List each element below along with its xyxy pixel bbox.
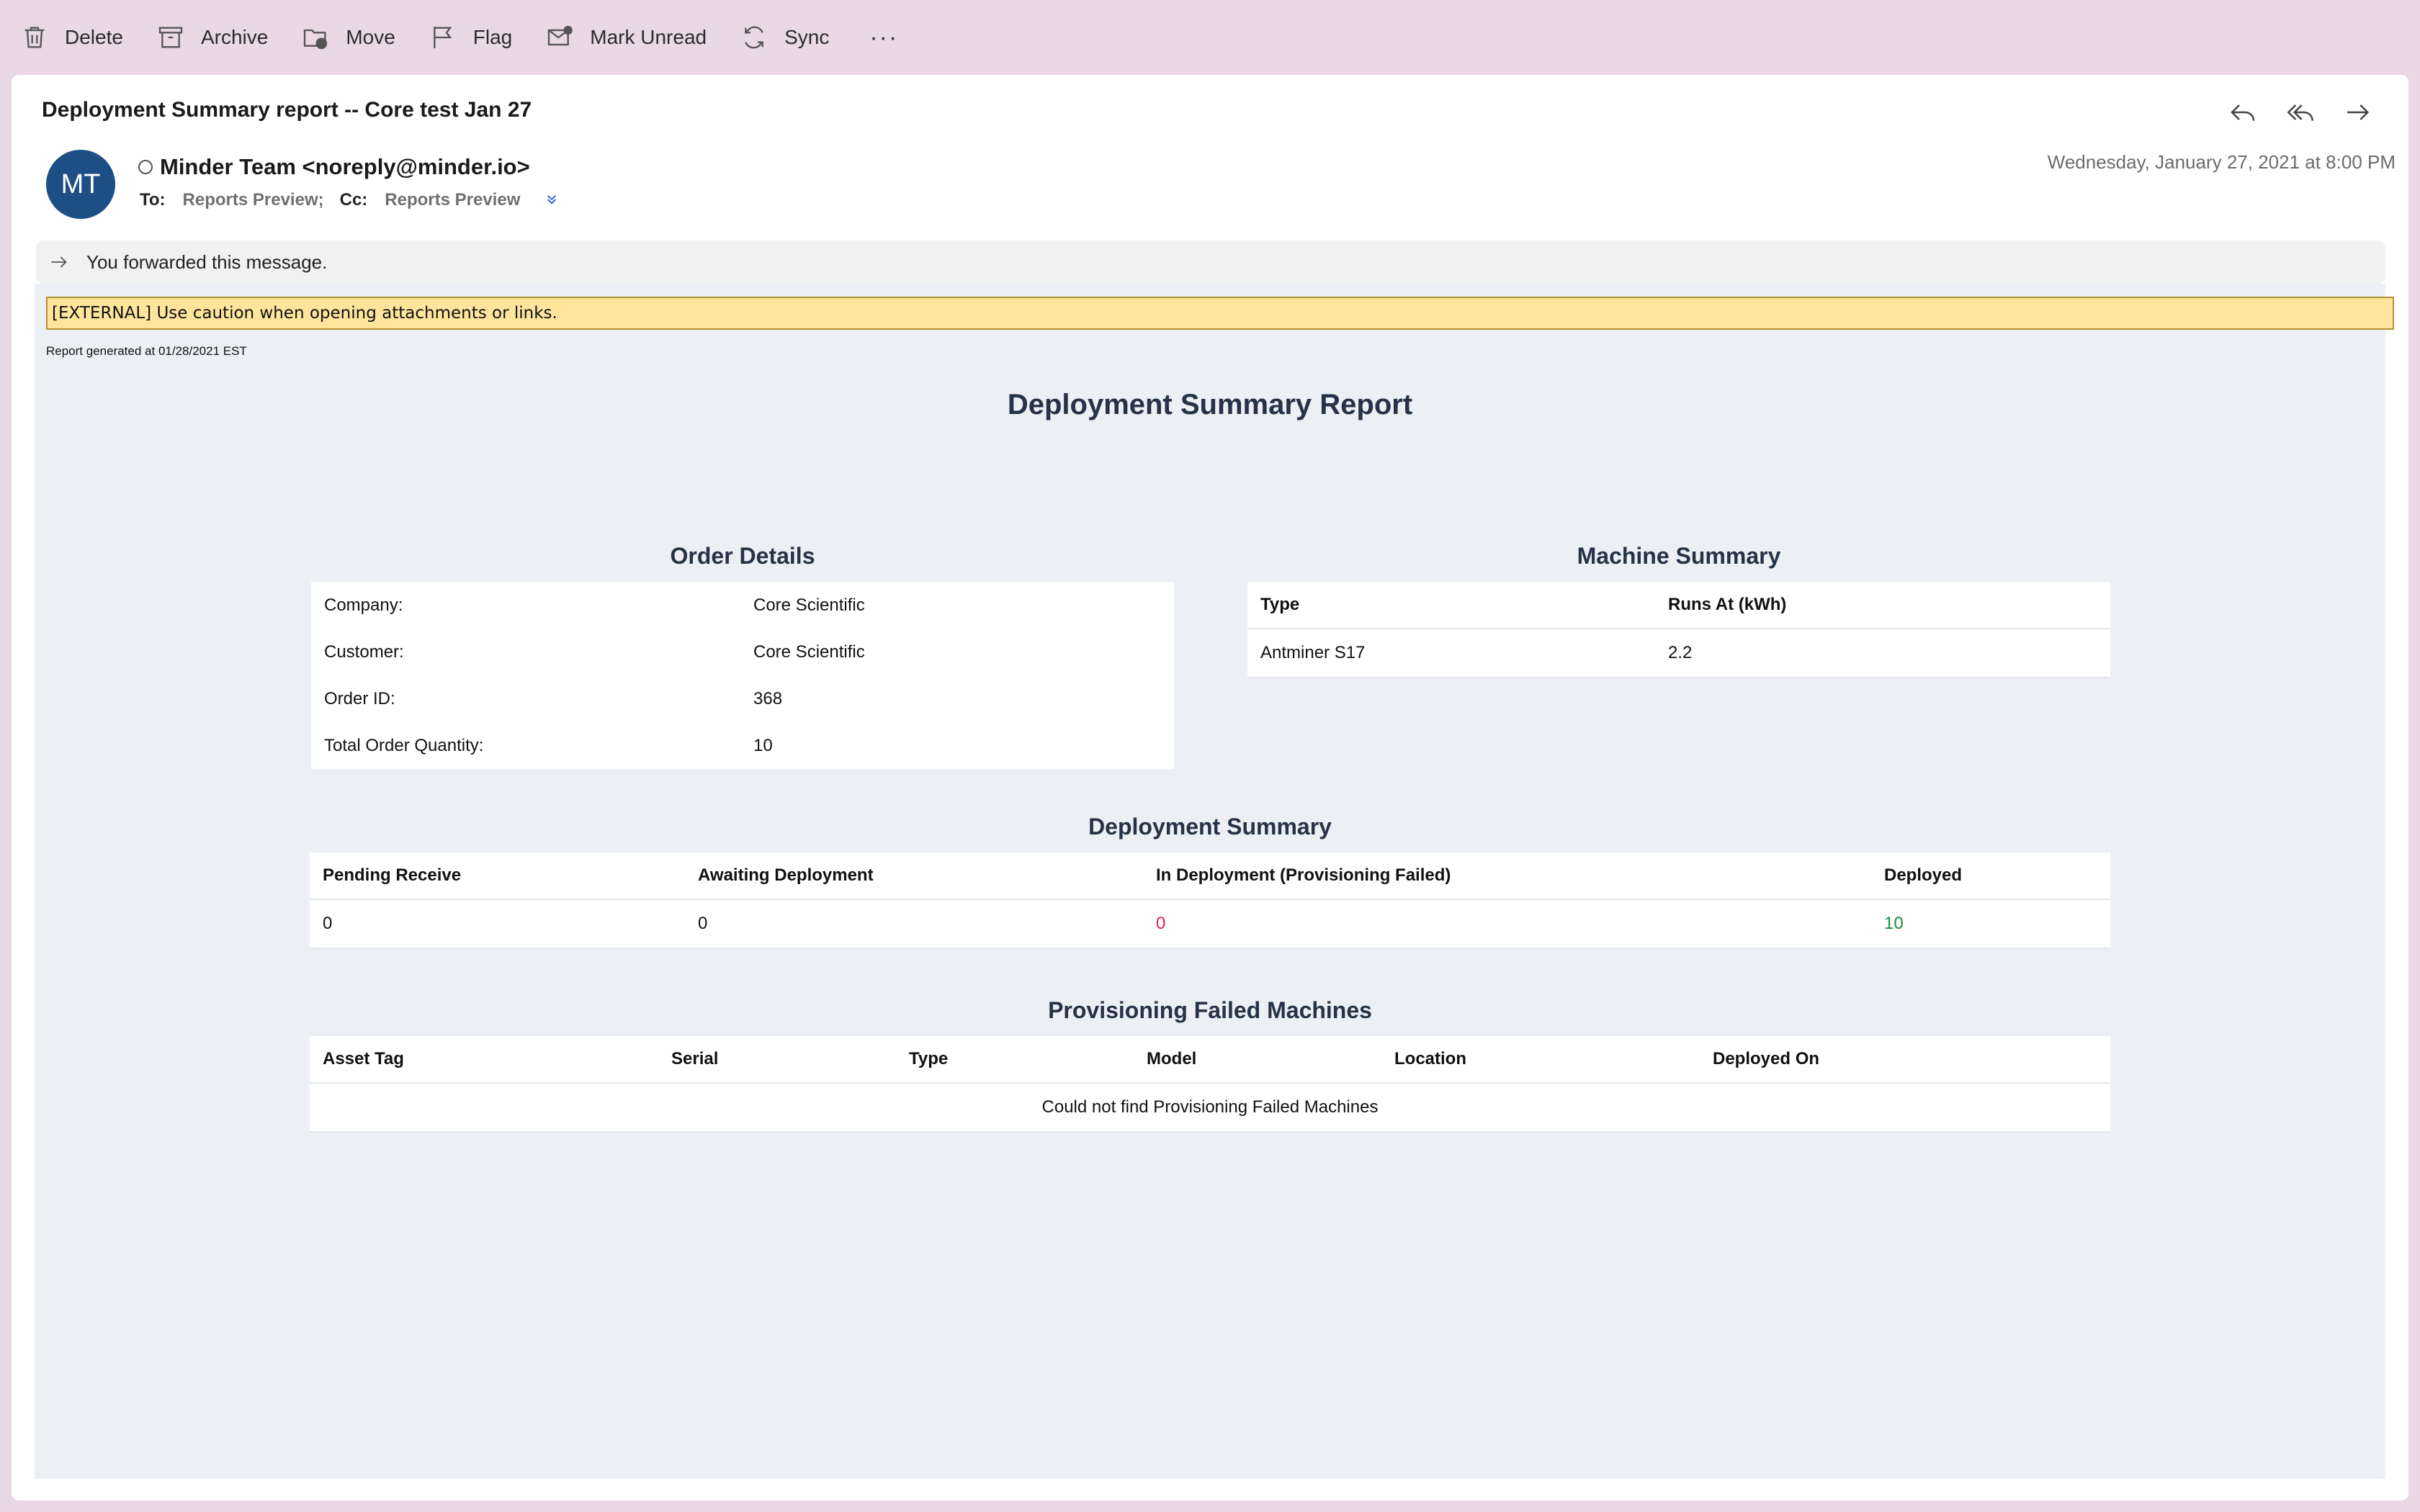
external-warning-banner: [EXTERNAL] Use caution when opening atta… [46,297,2394,330]
archive-button[interactable]: Archive [153,14,282,60]
delete-button[interactable]: Delete [17,14,138,60]
order-detail-label: Customer: [324,642,404,662]
cc-recipient[interactable]: Reports Preview [385,190,520,210]
empty-table-message: Could not find Provisioning Failed Machi… [310,1083,2110,1133]
order-detail-label: Company: [324,595,403,615]
reply-all-button[interactable] [2272,95,2329,130]
archive-label: Archive [200,26,269,48]
flag-icon [433,27,452,48]
reply-icon [2231,104,2255,121]
provisioning-failed-title: Provisioning Failed Machines [1048,997,1372,1023]
to-label: To: [140,190,166,210]
arrow-right-icon [51,256,67,268]
archive-icon [158,27,183,48]
provisioning-failed-value: 0 [1143,899,1871,949]
column-header: Type [896,1036,1134,1084]
report-generated-text: Report generated at 01/28/2021 EST [46,344,247,358]
move-folder-icon [304,29,328,50]
column-header: Deployed On [1700,1036,2110,1084]
flag-button[interactable]: Flag [426,14,526,60]
sync-button[interactable]: Sync [737,14,843,60]
flag-label: Flag [472,26,513,48]
order-detail-value: 10 [753,735,773,755]
message-date: Wednesday, January 27, 2021 at 8:00 PM [2047,151,2396,173]
order-detail-value: Core Scientific [753,642,865,662]
more-options-button[interactable]: ··· [859,14,908,60]
table-cell: Antminer S17 [1247,629,1655,678]
provisioning-failed-table: Asset Tag Serial Type Model Location Dep… [310,1036,2110,1133]
mark-unread-label: Mark Unread [590,26,707,48]
column-header: Awaiting Deployment [685,852,1143,900]
column-header: Runs At (kWh) [1655,582,2110,629]
pending-receive-value: 0 [310,899,685,949]
reply-all-icon [2287,104,2313,121]
avatar: MT [46,150,115,219]
forwarded-text: You forwarded this message. [86,251,328,273]
reply-button[interactable] [2214,95,2272,130]
to-recipient[interactable]: Reports Preview; [183,190,324,210]
deployed-value: 10 [1871,899,2110,949]
column-header: Location [1381,1036,1700,1084]
sender-name: Minder Team <noreply@minder.io> [160,154,530,179]
move-button[interactable]: Move [298,14,409,60]
recipients: To: Reports Preview; Cc: Reports Preview [140,190,557,210]
order-details-title: Order Details [670,543,815,569]
deployment-summary-table: Pending Receive Awaiting Deployment In D… [310,852,2110,949]
order-detail-value: 368 [753,688,783,708]
sync-icon [745,26,763,49]
awaiting-deployment-value: 0 [685,899,1143,949]
column-header: Asset Tag [310,1036,658,1084]
message-body: [EXTERNAL] Use caution when opening atta… [35,284,2394,1479]
sync-label: Sync [784,26,830,48]
deployment-summary-title: Deployment Summary [1088,814,1332,840]
forward-icon [2347,104,2370,120]
message-subject: Deployment Summary report -- Core test J… [42,98,532,122]
message-pane: Deployment Summary report -- Core test J… [12,75,2408,1500]
presence-status-icon [138,160,153,174]
order-detail-label: Order ID: [324,688,395,708]
cc-label: Cc: [339,190,368,210]
machine-summary-table: Type Runs At (kWh) Antminer S17 2.2 [1247,582,2110,678]
forwarded-notice: You forwarded this message. [36,240,2385,284]
column-header: Deployed [1871,852,2110,900]
mark-unread-button[interactable]: Mark Unread [542,14,721,60]
column-header: Serial [658,1036,896,1084]
order-detail-label: Total Order Quantity: [324,735,484,755]
sender[interactable]: Minder Team <noreply@minder.io> [138,154,530,180]
column-header: Model [1134,1036,1381,1084]
forward-button[interactable] [2329,95,2387,130]
column-header: Type [1247,582,1655,629]
machine-summary-title: Machine Summary [1577,543,1781,569]
order-detail-value: Core Scientific [753,595,865,615]
reply-actions [2214,95,2387,130]
move-label: Move [346,26,395,48]
expand-recipients-icon[interactable] [546,191,557,210]
mark-unread-icon [548,25,573,46]
table-cell: 2.2 [1655,629,2110,678]
column-header: In Deployment (Provisioning Failed) [1143,852,1871,900]
toolbar: Delete Archive Move Flag Mark Unread Syn… [0,0,2420,75]
column-header: Pending Receive [310,852,685,900]
trash-icon [24,27,45,48]
report-title: Deployment Summary Report [1007,389,1413,420]
order-details-table: Company: Core Scientific Customer: Core Sc… [311,582,1174,769]
delete-label: Delete [65,26,123,48]
